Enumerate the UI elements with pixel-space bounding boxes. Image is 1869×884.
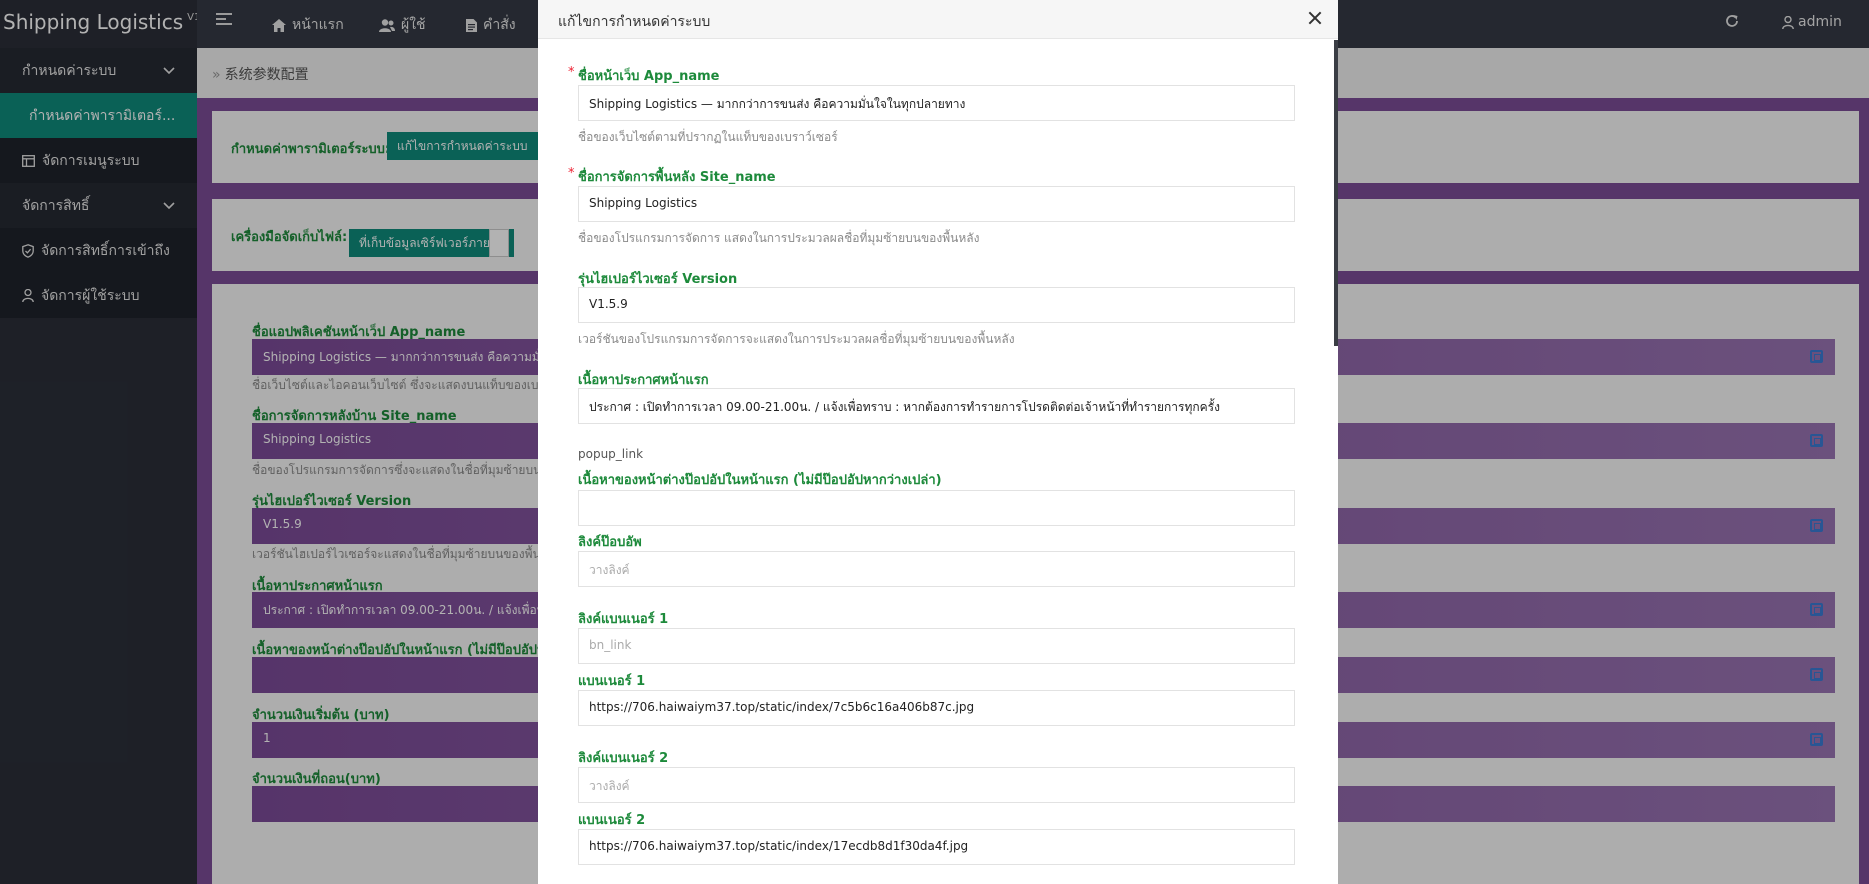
field-help: ชื่อของเว็บไซต์ตามที่ปรากฏในแท็บของเบราว… bbox=[578, 130, 838, 144]
field-label-site-name: * ชื่อการจัดการพื้นหลัง Site_name bbox=[568, 166, 776, 185]
field-help: เวอร์ชันของโปรแกรมการจัดการจะแสดงในการปร… bbox=[578, 332, 1015, 346]
field-label-popup-link: ลิงค์ป๊อบอัพ bbox=[578, 535, 642, 550]
modal-title: แก้ไขการกำหนดค่าระบบ bbox=[558, 14, 711, 30]
banner-2-input[interactable]: https://706.haiwaiym37.top/static/index/… bbox=[578, 829, 1295, 865]
field-label-banner-1: แบนเนอร์ 1 bbox=[578, 674, 646, 689]
banner-link-1-input[interactable]: bn_link bbox=[578, 628, 1295, 664]
site-name-input[interactable]: Shipping Logistics bbox=[578, 186, 1295, 222]
field-label-popup-content: เนื้อหาของหน้าต่างป๊อปอัปในหน้าแรก (ไม่ม… bbox=[578, 473, 942, 488]
field-help: ชื่อของโปรแกรมการจัดการ แสดงในการประมวลผ… bbox=[578, 231, 980, 245]
banner-link-2-input[interactable]: วางลิงค์ bbox=[578, 767, 1295, 803]
banner-1-input[interactable]: https://706.haiwaiym37.top/static/index/… bbox=[578, 690, 1295, 726]
field-label-banner-link-1: ลิงค์แบนเนอร์ 1 bbox=[578, 612, 669, 627]
app-name-input[interactable]: Shipping Logistics — มากกว่าการขนส่ง คือ… bbox=[578, 85, 1295, 121]
close-icon[interactable] bbox=[1306, 9, 1324, 27]
announcement-input[interactable]: ประกาศ : เปิดทำการเวลา 09.00-21.00น. / แ… bbox=[578, 388, 1295, 424]
modal-scrollbar[interactable] bbox=[1334, 40, 1338, 346]
version-input[interactable]: V1.5.9 bbox=[578, 287, 1295, 323]
field-label-banner-2: แบนเนอร์ 2 bbox=[578, 813, 646, 828]
popup-link-caption: popup_link bbox=[578, 447, 644, 461]
edit-config-modal: แก้ไขการกำหนดค่าระบบ * ชื่อหน้าเว็บ App_n… bbox=[538, 0, 1338, 884]
popup-link-input[interactable]: วางลิงค์ bbox=[578, 551, 1295, 587]
popup-content-input[interactable] bbox=[578, 490, 1295, 526]
required-marker: * bbox=[568, 65, 575, 80]
field-label-banner-link-2: ลิงค์แบนเนอร์ 2 bbox=[578, 751, 669, 766]
field-label-version: รุ่นไฮเปอร์ไวเซอร์ Version bbox=[578, 272, 738, 287]
field-label-app-name: * ชื่อหน้าเว็บ App_name bbox=[568, 65, 720, 84]
modal-header: แก้ไขการกำหนดค่าระบบ bbox=[538, 0, 1338, 39]
field-label-announcement: เนื้อหาประกาศหน้าแรก bbox=[578, 373, 709, 388]
required-marker: * bbox=[568, 166, 575, 181]
